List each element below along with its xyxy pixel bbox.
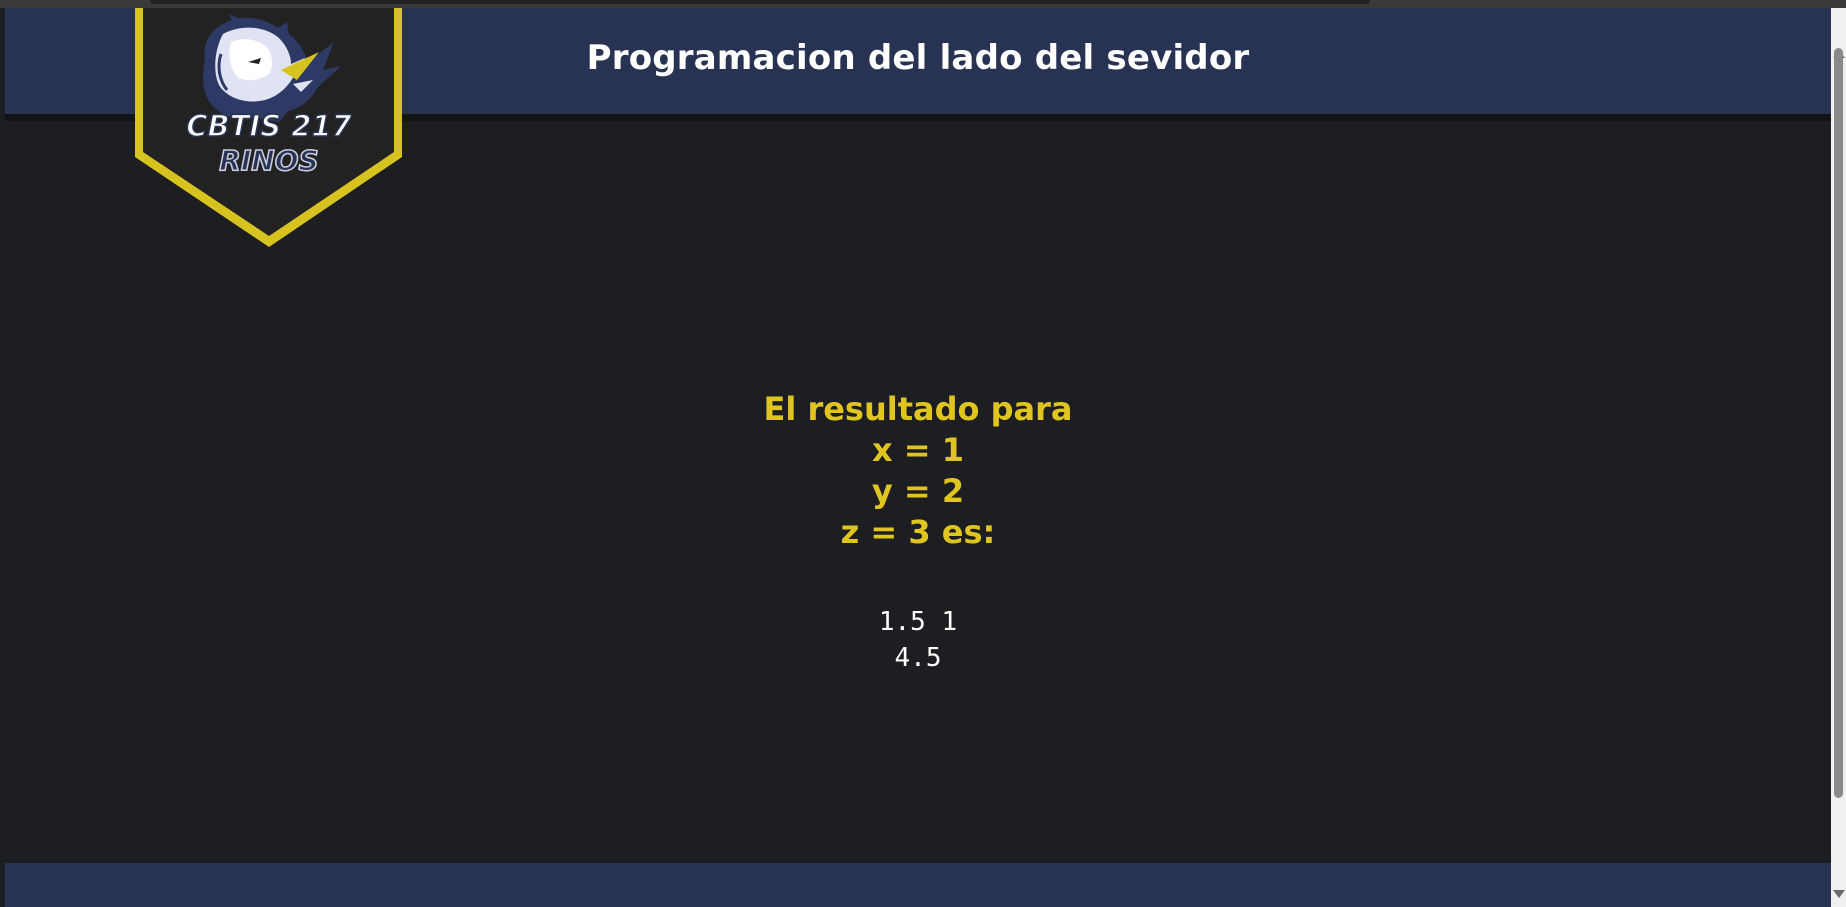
result-x-line: x = 1 (872, 431, 964, 469)
result-heading: El resultado para x = 1 y = 2 z = 3 es: (5, 389, 1831, 553)
output-line-2: 4.5 (894, 643, 942, 673)
output-line-1: 1.5 1 (878, 607, 958, 637)
scroll-down-arrow-icon[interactable] (1833, 890, 1845, 898)
vertical-scrollbar[interactable] (1831, 8, 1846, 907)
result-output: 1.5 1 4.5 (5, 604, 1831, 676)
cbtis-rinos-logo[interactable]: CBTIS 217 RINOS (131, 8, 406, 253)
page-footer (5, 863, 1831, 907)
browser-tab-edge (150, 0, 1370, 4)
result-z-line: z = 3 es: (840, 513, 996, 551)
logo-text-cbtis: CBTIS 217 (186, 109, 352, 143)
logo-text-rinos: RINOS (219, 144, 318, 177)
result-intro-line: El resultado para (763, 390, 1073, 428)
result-y-line: y = 2 (871, 472, 965, 510)
browser-top-edge (0, 0, 1846, 8)
scrollbar-thumb[interactable] (1834, 48, 1843, 798)
browser-viewport: Programacion del lado del sevidor El res… (0, 0, 1846, 907)
